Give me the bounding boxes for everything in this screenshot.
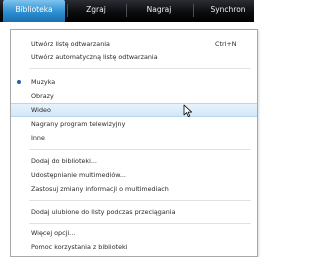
menu-separator [29, 68, 251, 69]
menu-separator [29, 149, 251, 150]
menu-item-label: Pomoc korzystania z biblioteki [31, 243, 128, 251]
menu-item-label: Udostępnianie multimediów... [31, 171, 126, 179]
menu-item-label: Dodaj do biblioteki... [31, 157, 97, 165]
menu-separator [29, 223, 251, 224]
toolbar: Biblioteka Zgraj Nagraj Synchron [0, 0, 254, 22]
menu-item-label: Zastosuj zmiany informacji o multimediac… [31, 185, 169, 193]
menu-item-label: Inne [31, 134, 45, 142]
library-dropdown-menu: Utwórz listę odtwarzania Ctrl+N Utwórz a… [10, 29, 258, 257]
menu-item-zastosuj-zmiany[interactable]: Zastosuj zmiany informacji o multimediac… [11, 182, 257, 196]
menu-item-label: Muzyka [31, 78, 56, 86]
menu-item-dodaj-do-biblioteki[interactable]: Dodaj do biblioteki... [11, 154, 257, 168]
menu-item-label: Utwórz automatyczną listę odtwarzania [31, 53, 158, 61]
menu-item-label: Utwórz listę odtwarzania [31, 40, 110, 48]
menu-item-wideo[interactable]: Wideo [11, 103, 257, 117]
menu-item-label: Dodaj ulubione do listy podczas przeciąg… [31, 208, 176, 216]
tab-zgraj[interactable]: Zgraj [67, 0, 125, 22]
menu-item-label: Nagrany program telewizyjny [31, 120, 126, 128]
mouse-pointer-icon [183, 104, 192, 117]
menu-item-label: Więcej opcji... [31, 229, 76, 237]
menu-item-inne[interactable]: Inne [11, 131, 257, 145]
menu-item-label: Obrazy [31, 92, 54, 100]
menu-item-udostepnianie[interactable]: Udostępnianie multimediów... [11, 168, 257, 182]
menu-separator [29, 200, 251, 201]
menu-item-label: Wideo [31, 106, 51, 114]
menu-item-dodaj-ulubione[interactable]: Dodaj ulubione do listy podczas przeciąg… [11, 205, 257, 219]
menu-item-pomoc[interactable]: Pomoc korzystania z biblioteki [11, 240, 257, 254]
tab-nagraj[interactable]: Nagraj [126, 0, 192, 22]
menu-item-nagrany-program[interactable]: Nagrany program telewizyjny [11, 117, 257, 131]
menu-item-create-playlist[interactable]: Utwórz listę odtwarzania Ctrl+N [11, 37, 257, 51]
menu-item-create-auto-playlist[interactable]: Utwórz automatyczną listę odtwarzania [11, 50, 257, 64]
tab-biblioteka[interactable]: Biblioteka [3, 0, 65, 22]
menu-item-muzyka[interactable]: Muzyka [11, 75, 257, 89]
radio-dot-icon [17, 80, 21, 84]
tab-synchronizuj[interactable]: Synchron [193, 0, 254, 22]
menu-item-shortcut: Ctrl+N [215, 40, 237, 48]
menu-item-obrazy[interactable]: Obrazy [11, 89, 257, 103]
menu-item-wiecej-opcji[interactable]: Więcej opcji... [11, 226, 257, 240]
